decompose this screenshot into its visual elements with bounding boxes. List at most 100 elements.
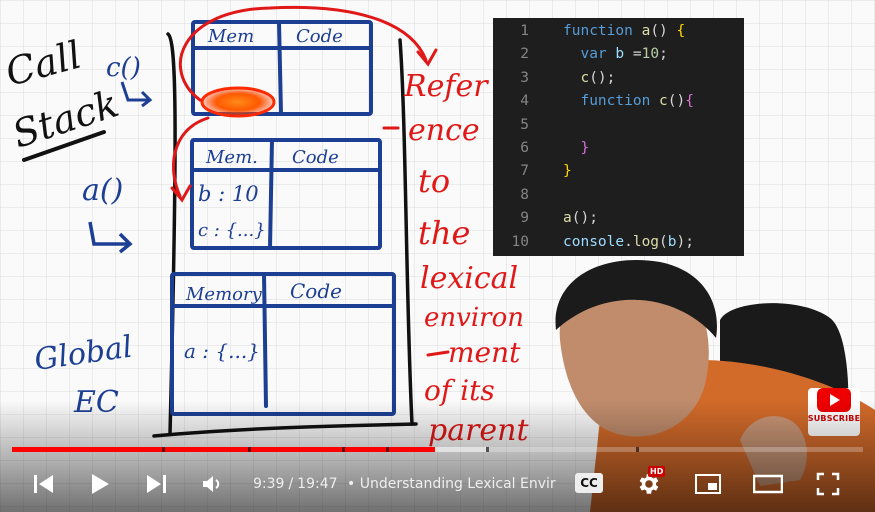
hd-badge: HD [648,466,666,477]
line-number: 2 [520,46,529,63]
frame-global-code-header: Code [290,279,342,303]
closed-captions-icon: CC [580,476,598,490]
code-token: () [667,93,686,110]
code-token: (); [571,210,598,227]
annotation-word: Refer [403,69,489,104]
progress-buffered [434,447,486,452]
code-token: 10 [641,46,660,63]
code-token: } [563,140,590,156]
code-token: function [563,93,660,110]
chapter-marker [636,447,639,452]
chapter-marker [248,447,251,452]
code-line: 5 [493,114,744,137]
youtube-logo-icon [817,388,851,412]
frame-a-memory-header: Mem. [205,147,258,168]
line-number: 6 [520,140,529,156]
line-number: 3 [520,69,529,86]
code-text: function c(){ [563,90,694,113]
chapter-marker [486,447,489,452]
code-token: () [650,23,677,39]
code-line: 2 var b =10; [493,43,744,66]
code-token: . [624,233,633,250]
subscribe-label: SUBSCRIBE [807,414,861,423]
skip-previous-icon [34,475,53,493]
frame-global-memory-header: Memory [185,284,263,305]
code-line: 6 } [493,137,744,160]
code-token: ; [659,46,668,63]
line-number: 7 [520,163,529,180]
code-text: console.log(b); [563,231,694,254]
play-button[interactable] [84,468,116,500]
annotation-word: ence [408,113,480,148]
code-token: = [632,46,642,63]
progress-bar[interactable] [12,447,863,452]
frame-global-memory-a: a : {...} [184,339,260,363]
code-line: 10 console.log(b); [493,231,744,254]
mute-button[interactable] [196,468,228,500]
theater-mode-button[interactable] [752,468,784,500]
line-number: 10 [511,233,529,250]
code-token: var [563,46,616,63]
chapter-marker [162,447,165,452]
line-number: 9 [520,210,529,227]
code-line: 4 function c(){ [493,90,744,113]
code-token: ); [676,233,694,250]
subtitles-button[interactable]: CC [575,473,603,493]
code-token: console [563,233,625,250]
current-time: 9:39 [253,476,285,492]
c-call-label: c() [106,53,141,83]
annotation-word: ment [448,336,521,369]
code-line: 8 [493,184,744,207]
code-token: { [685,93,694,110]
video-player[interactable]: Call Stack c() Mem Code Mem. Code b : 10… [0,0,875,512]
fullscreen-icon [816,472,840,496]
settings-button[interactable]: HD [632,466,666,500]
code-line: 7} [493,160,744,183]
code-text: a(); [563,207,598,230]
code-text: } [563,137,589,160]
code-token: a [563,210,572,227]
code-text: function a() { [563,20,685,43]
annotation-word: environ [424,303,524,333]
lexical-env-highlight [200,86,276,118]
miniplayer-button[interactable] [692,468,724,500]
frame-c-code-header: Code [296,26,343,47]
annotation-word: of its [424,374,495,407]
code-token: b [667,233,677,250]
code-token: function [563,23,642,39]
annotation-word: lexical [420,261,518,296]
code-text: } [563,160,572,183]
annotation-word: the [418,214,470,252]
next-button[interactable] [140,468,172,500]
code-text: c(); [563,67,615,90]
ec-label: EC [73,385,119,420]
code-line: 9 a(); [493,207,744,230]
line-number: 5 [520,116,529,133]
code-token: ( [659,233,668,250]
a-call-label: a() [82,173,123,208]
code-token: (); [589,69,616,86]
code-line: 3 c(); [493,67,744,90]
frame-a-memory-c: c : {...} [198,220,266,241]
annotation-word: to [418,162,450,200]
chapter-title-button[interactable]: • Understanding Lexical Envir [347,472,559,496]
code-token: c [659,93,668,110]
chapter-marker [342,447,345,452]
fullscreen-button[interactable] [812,468,844,500]
code-token: c [563,69,590,86]
code-line: 1 function a() { [493,20,744,43]
volume-icon [203,476,220,492]
miniplayer-icon [695,474,721,494]
play-icon [92,474,109,494]
line-number: 1 [520,23,529,39]
code-token: { [676,23,686,39]
code-editor-panel: 1 function a() {2 var b =10; 3 c(); 4 funct… [493,18,744,256]
code-token: } [563,163,572,180]
subscribe-watermark[interactable]: SUBSCRIBE [808,388,860,436]
duration: 19:47 [297,476,338,492]
code-token: b [615,46,633,63]
skip-next-icon [147,475,166,493]
line-number: 8 [520,186,529,203]
frame-a-memory-b: b : 10 [198,182,259,206]
previous-button[interactable] [28,468,60,500]
